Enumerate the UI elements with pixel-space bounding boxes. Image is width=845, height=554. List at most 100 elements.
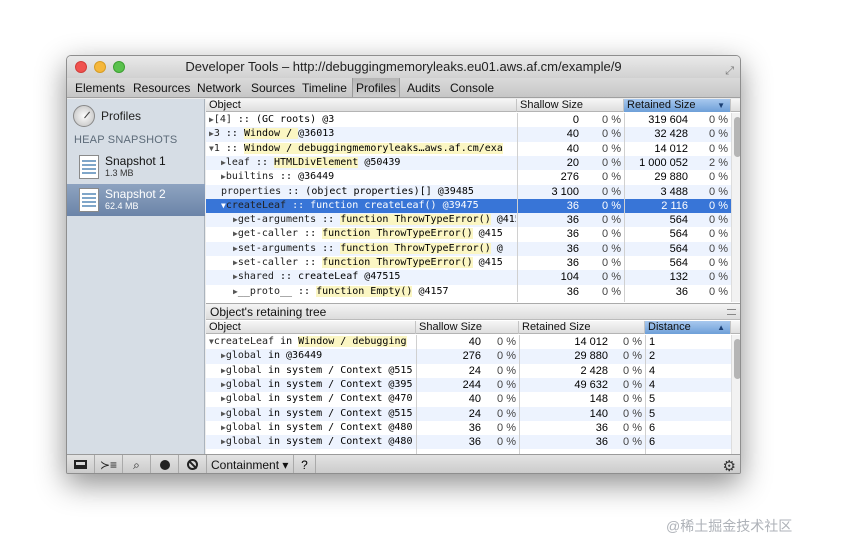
table-row[interactable]: ▶get-caller :: function ThrowTypeError()… [206,227,731,241]
retained-size-value: 564 [669,228,688,241]
table-row[interactable]: ▶set-arguments :: function ThrowTypeErro… [206,241,731,256]
column-retained-size[interactable]: Retained Size ▼ [624,99,731,112]
gear-icon[interactable]: ⚙ [723,457,736,473]
column-distance-label: Distance [648,321,691,333]
retained-size-percent: 0 % [623,393,642,406]
retainer-location: in [274,336,299,347]
tab-audits[interactable]: Audits [404,78,443,97]
clear-button[interactable] [179,455,207,473]
column-retained-size[interactable]: Retained Size [519,321,645,334]
table-row[interactable]: ▶builtins :: @36449 276 0 % 29 880 0 % [206,170,731,184]
object-name: properties [221,185,282,197]
table-row[interactable]: ▶get-arguments :: function ThrowTypeErro… [206,213,731,228]
record-button[interactable] [151,455,179,473]
table-row[interactable]: ▶3 :: Window / @36013 40 0 % 32 428 0 % [206,127,731,142]
column-divider [519,335,520,454]
tab-timeline[interactable]: Timeline [299,78,350,97]
scroll-thumb[interactable] [734,117,740,157]
column-divider [624,113,625,302]
search-button[interactable]: ⌕ [123,455,151,473]
profiles-header[interactable]: Profiles [73,105,201,127]
retained-size-value: 14 012 [574,336,608,348]
table-row[interactable]: ▶global in system / Context @515 24 0 % 140… [206,406,731,421]
tab-console[interactable]: Console [447,78,497,97]
shallow-size-percent: 0 % [602,142,621,155]
object-cell: ▶global in @36449 [221,349,415,363]
snapshot-item[interactable]: Snapshot 1 1.3 MB [67,151,205,183]
tab-elements[interactable]: Elements [72,78,128,97]
object-separator: :: [249,156,275,168]
shallow-size-value: 244 [462,378,481,391]
retainer-name: global [225,407,262,419]
object-cell: ▶set-caller :: function ThrowTypeError()… [233,256,516,270]
object-separator: :: [316,242,341,254]
retained-size-value: 49 632 [574,378,608,391]
object-separator: :: (GC roots) @3 [231,114,335,125]
shallow-size-percent: 0 % [602,128,621,141]
splitter-grip-icon[interactable] [727,309,736,315]
shallow-size-value: 40 [468,393,481,406]
shallow-size-value: 24 [468,364,481,377]
column-object[interactable]: Object [206,99,517,112]
table-row[interactable]: ▶global in @36449 276 0 % 29 880 0 % 2 [206,349,731,364]
tab-resources[interactable]: Resources [130,78,193,97]
object-class: Window / [243,128,299,140]
column-shallow-size[interactable]: Shallow Size [416,321,519,334]
column-shallow-size[interactable]: Shallow Size [517,99,624,112]
retaining-scrollbar[interactable] [731,335,740,454]
console-drawer-button[interactable]: ≻≡ [95,455,123,473]
object-class: function ThrowTypeError() [340,242,491,254]
object-cell: ▶global in system / Context @470 [221,392,415,406]
tab-profiles[interactable]: Profiles [352,78,401,97]
tab-network[interactable]: Network [194,78,244,97]
table-row[interactable]: ▶global in system / Context @515 24 0 % 2 4… [206,364,731,378]
objects-scrollbar[interactable] [731,113,740,302]
table-row[interactable]: ▶leaf :: HTMLDivElement @50439 20 0 % 1 000… [206,155,731,171]
column-object[interactable]: Object [206,321,416,334]
heap-snapshots-section-title: HEAP SNAPSHOTS [74,134,178,146]
retaining-table-header: Object Shallow Size Retained Size Distan… [206,321,740,334]
retainer-name: global [225,393,262,405]
object-cell: ▶get-caller :: function ThrowTypeError()… [233,227,516,241]
table-row[interactable]: properties :: (object properties)[] @394… [206,184,731,199]
title-bar[interactable]: Developer Tools – http://debuggingmemory… [67,56,740,78]
containment-view-select[interactable]: Containment ▾ [206,455,295,473]
shallow-size-percent: 0 % [497,350,516,363]
table-row[interactable]: ▶[4] :: (GC roots) @3 0 0 % 319 604 0 % [206,113,731,127]
table-row[interactable]: ▶shared :: createLeaf @47515 104 0 % 132 0 % [206,270,731,285]
retained-size-value: 132 [669,271,688,284]
column-distance[interactable]: Distance ▲ [645,321,731,334]
status-bar: ≻≡ ⌕ Containment ▾ ? ⚙ [67,454,740,473]
table-row[interactable]: ▼createLeaf in Window / debugging 40 0 % 14… [206,335,731,349]
retained-size-percent: 0 % [623,350,642,363]
distance-value: 6 [649,421,656,434]
object-class: HTMLDivElement [274,156,359,168]
zoom-button[interactable] [113,61,125,73]
object-cell: ▶get-arguments :: function ThrowTypeErro… [233,213,516,227]
table-row[interactable]: ▶global in system / Context @395 244 0 % 49… [206,377,731,393]
object-cell: ▼1 :: Window / debuggingmemoryleaks…aws.… [209,142,516,156]
retainer-location: in @36449 [261,350,323,362]
minimize-button[interactable] [94,61,106,73]
snapshot-item-selected[interactable]: Snapshot 2 62.4 MB [67,184,205,216]
shallow-size-percent: 0 % [602,156,621,169]
table-row[interactable]: ▶global in system / Context @480 36 0 % 36 0… [206,435,731,450]
dock-button[interactable] [67,455,95,473]
retained-size-value: 140 [589,407,608,420]
profiles-sidebar: Profiles HEAP SNAPSHOTS Snapshot 1 1.3 M… [67,99,205,454]
table-row[interactable]: ▶global in system / Context @480 36 0 % 36 0… [206,421,731,435]
scroll-thumb[interactable] [734,339,740,379]
table-row[interactable]: ▶set-caller :: function ThrowTypeError()… [206,256,731,270]
close-button[interactable] [75,61,87,73]
table-row[interactable]: ▶global in system / Context @470 40 0 % 148… [206,392,731,406]
shallow-size-percent: 0 % [497,393,516,406]
help-button[interactable]: ? [294,455,316,473]
sort-descending-icon: ▼ [717,101,725,110]
tab-sources[interactable]: Sources [248,78,298,97]
object-class: function ThrowTypeError() [340,214,491,226]
table-row[interactable]: ▼1 :: Window / debuggingmemoryleaks…aws.… [206,142,731,156]
table-row[interactable]: ▶__proto__ :: function Empty() @4157 36 0 … [206,285,731,299]
shallow-size-percent: 0 % [602,214,621,227]
table-row[interactable]: ▼createLeaf :: function createLeaf() @39… [206,198,731,214]
objects-table-header: Object Shallow Size Retained Size ▼ [206,99,740,112]
